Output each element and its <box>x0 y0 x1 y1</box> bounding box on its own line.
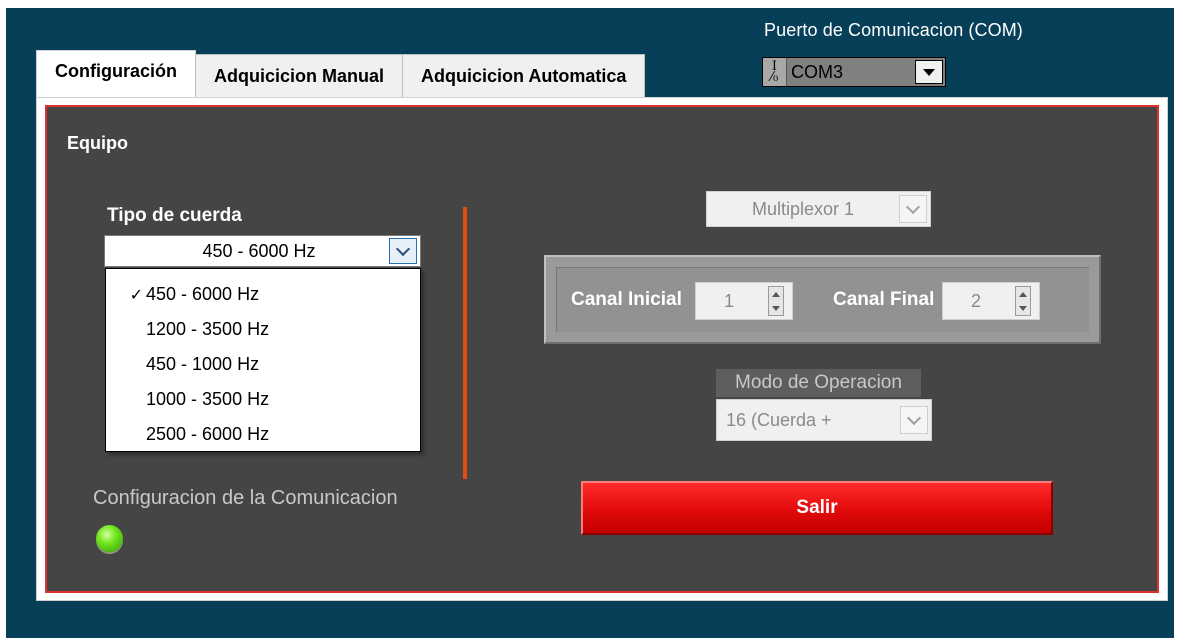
canal-final-stepper[interactable]: 2 <box>942 282 1040 320</box>
spinner-arrows-icon[interactable] <box>1015 286 1031 316</box>
modo-operacion-select[interactable]: 16 (Cuerda + <box>716 399 932 441</box>
dropdown-option[interactable]: 1200 - 3500 Hz <box>106 312 420 347</box>
tipo-cuerda-dropdown: ✓ 450 - 6000 Hz 1200 - 3500 Hz 450 - 100… <box>105 268 421 452</box>
tab-adquisicion-automatica[interactable]: Adquicicion Automatica <box>402 54 646 98</box>
dropdown-option[interactable]: 450 - 1000 Hz <box>106 347 420 382</box>
chevron-down-icon[interactable] <box>899 195 927 223</box>
multiplexor-value: Multiplexor 1 <box>751 198 855 219</box>
status-led-indicator <box>96 525 123 552</box>
section-divider <box>463 207 467 479</box>
salir-button[interactable]: Salir <box>581 481 1053 535</box>
option-label: 450 - 6000 Hz <box>146 284 260 304</box>
com-port-select[interactable]: I ⁄₀ COM3 <box>762 57 946 87</box>
modo-operacion-value: 16 (Cuerda + <box>726 409 832 430</box>
chevron-down-icon[interactable] <box>900 406 928 434</box>
canal-inicial-value: 1 <box>723 290 734 311</box>
equipo-panel: Equipo Tipo de cuerda 450 - 6000 Hz ✓ 45… <box>45 105 1159 593</box>
tipo-cuerda-label: Tipo de cuerda <box>107 205 242 226</box>
option-label: 2500 - 6000 Hz <box>146 424 270 444</box>
dropdown-option[interactable]: 1000 - 3500 Hz <box>106 382 420 417</box>
tipo-cuerda-value: 450 - 6000 Hz <box>202 240 316 261</box>
com-port-label: Puerto de Comunicacion (COM) <box>764 20 1023 40</box>
option-label: 1000 - 3500 Hz <box>146 389 270 409</box>
tab-bar: Configuración Adquicicion Manual Adquici… <box>36 50 646 98</box>
canal-final-value: 2 <box>970 290 981 311</box>
chevron-down-icon[interactable] <box>389 238 417 264</box>
canal-group: Canal Inicial 1 Canal Final 2 <box>544 255 1101 344</box>
spinner-arrows-icon[interactable] <box>768 286 784 316</box>
canal-inicial-label: Canal Inicial <box>571 289 682 310</box>
checkmark-icon: ✓ <box>129 286 143 304</box>
comunicacion-label: Configuracion de la Comunicacion <box>93 487 398 509</box>
tipo-cuerda-select[interactable]: 450 - 6000 Hz <box>104 235 421 267</box>
multiplexor-select[interactable]: Multiplexor 1 <box>706 191 931 227</box>
dropdown-option[interactable]: 2500 - 6000 Hz <box>106 417 420 452</box>
option-label: 450 - 1000 Hz <box>146 354 260 374</box>
canal-inicial-stepper[interactable]: 1 <box>695 282 793 320</box>
io-resource-icon: I ⁄₀ <box>763 58 787 86</box>
com-port-value: COM3 <box>791 61 844 82</box>
tab-configuracion[interactable]: Configuración <box>36 50 196 98</box>
dropdown-option[interactable]: ✓ 450 - 6000 Hz <box>106 277 420 312</box>
equipo-title: Equipo <box>67 133 128 153</box>
option-label: 1200 - 3500 Hz <box>146 319 270 339</box>
canal-final-label: Canal Final <box>833 289 935 310</box>
modo-operacion-label: Modo de Operacion <box>716 369 921 397</box>
tab-adquisicion-manual[interactable]: Adquicicion Manual <box>195 54 404 98</box>
tab-panel: Equipo Tipo de cuerda 450 - 6000 Hz ✓ 45… <box>36 97 1168 601</box>
dropdown-arrow-icon[interactable] <box>915 60 943 84</box>
